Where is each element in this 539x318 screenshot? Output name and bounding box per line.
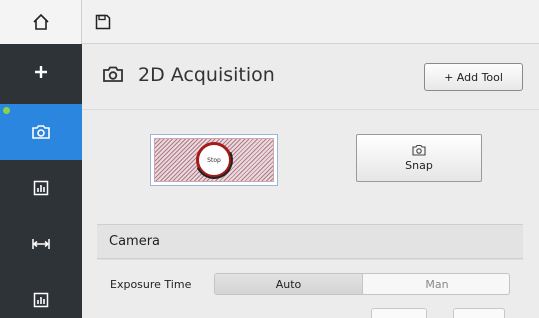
stop-button[interactable]: Stop [150, 134, 278, 186]
sidebar-item-measure[interactable] [0, 216, 82, 272]
camera-icon [32, 125, 50, 139]
stop-button-face: Stop [154, 138, 274, 182]
home-button[interactable] [0, 0, 82, 44]
save-icon [95, 14, 111, 30]
exposure-unit-select[interactable] [453, 308, 505, 318]
chart-icon [33, 180, 49, 196]
sidebar-item-acquisition[interactable] [0, 104, 82, 160]
panel-header: 2D Acquisition + Add Tool [82, 44, 539, 110]
exposure-value-field[interactable] [371, 308, 427, 318]
progress-ring: Stop [196, 142, 232, 178]
exposure-auto-option[interactable]: Auto [215, 274, 363, 294]
camera-section-title: Camera [109, 234, 161, 249]
sidebar-item-report[interactable] [0, 272, 82, 318]
snap-label: Snap [405, 159, 433, 172]
exposure-manual-option[interactable]: Man [363, 274, 509, 294]
camera-section-header[interactable]: Camera [97, 225, 523, 259]
camera-section: Camera Exposure Time Auto Man [97, 224, 523, 318]
exposure-time-label: Exposure Time [110, 278, 192, 291]
main-panel: 2D Acquisition + Add Tool Stop Snap Came… [82, 44, 539, 318]
top-toolbar [0, 0, 539, 44]
status-dot [3, 107, 10, 114]
page-title: 2D Acquisition [138, 64, 275, 86]
camera-icon [412, 144, 426, 156]
camera-icon [103, 66, 123, 82]
home-icon [32, 13, 49, 30]
sidebar-item-analysis[interactable] [0, 160, 82, 216]
snap-button[interactable]: Snap [356, 134, 482, 182]
plus-icon [35, 66, 47, 78]
exposure-mode-toggle: Auto Man [214, 273, 510, 295]
save-button[interactable] [90, 8, 116, 36]
chart-icon [33, 292, 49, 308]
add-tool-button[interactable]: + Add Tool [424, 63, 523, 91]
measure-icon [32, 239, 50, 249]
stop-label: Stop [207, 156, 221, 164]
sidebar-item-add[interactable] [0, 44, 82, 100]
camera-section-body: Exposure Time Auto Man [97, 260, 523, 318]
sidebar [0, 44, 82, 318]
